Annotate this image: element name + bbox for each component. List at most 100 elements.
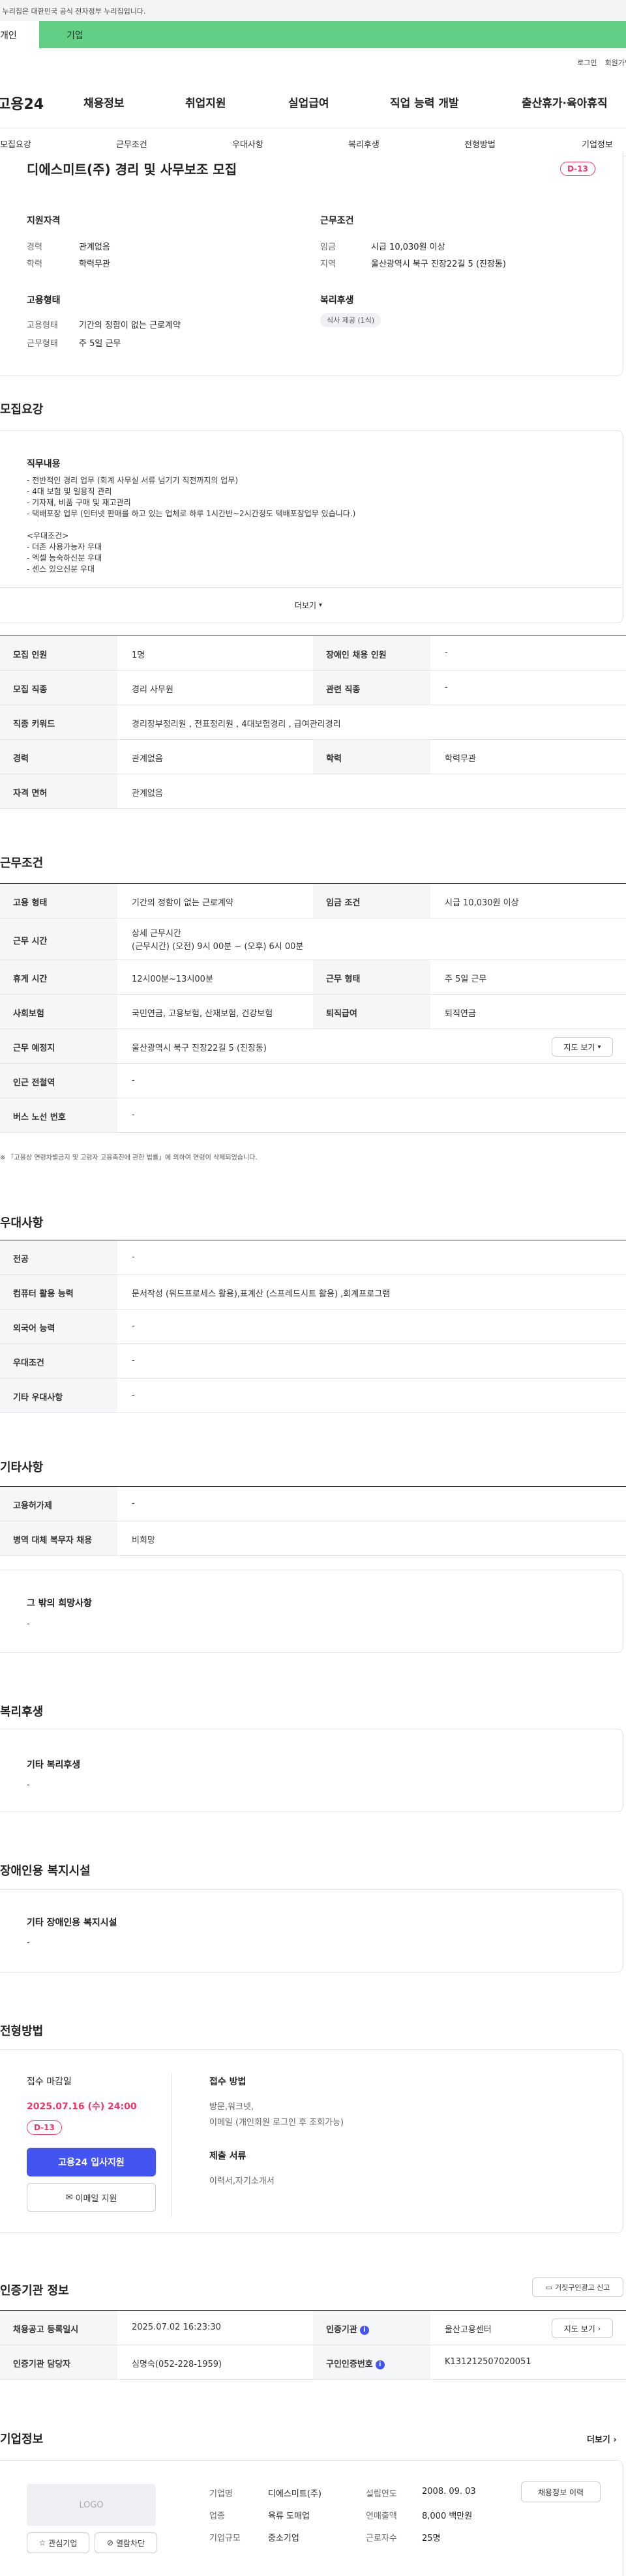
duty-line: - 기자재, 비품 구매 및 재고관리	[27, 498, 131, 507]
sales-value: 8,000 백만원	[422, 2511, 473, 2521]
site-logo[interactable]: 고용24	[0, 93, 76, 113]
lnb-welfare[interactable]: 복리후생	[348, 138, 380, 150]
size-value: 중소기업	[268, 2534, 299, 2543]
more-toggle[interactable]: 더보기 ▾	[0, 587, 623, 622]
founded-label: 설립연도	[366, 2489, 397, 2499]
work-time-value: (근무시간) (오전) 9시 00분 ~ (오후) 6시 00분	[132, 942, 304, 952]
tab-personal[interactable]: 개인	[0, 21, 39, 48]
work-time-title: 상세 근무시간	[132, 929, 181, 939]
founded-value: 2008. 09. 03	[422, 2487, 476, 2496]
td: 기간의 정함이 없는 근로계약	[132, 898, 233, 908]
cond-title: 근무조건	[320, 216, 354, 226]
false-ad-report-button[interactable]: ▭ 거짓구인광고 신고	[532, 2277, 623, 2297]
td: 관계없음	[132, 754, 163, 764]
info-icon[interactable]: i	[359, 2325, 369, 2335]
company-name-value: 디에스미트(주)	[268, 2489, 321, 2499]
disab-card: 기타 장애인용 복지시설 -	[0, 1889, 623, 1972]
th: 근무 예정지	[0, 1029, 117, 1063]
pref-section-title: 우대사항	[0, 1216, 44, 1230]
duty-line: - 4대 보험 및 일용직 관리	[27, 487, 112, 496]
td: -	[132, 1076, 135, 1085]
more-label: 더보기	[294, 601, 317, 610]
divider	[171, 2073, 172, 2217]
dday-badge: D-13	[560, 162, 595, 176]
duty-line: - 엑셀 능숙하신분 우대	[27, 553, 102, 563]
info-icon[interactable]: i	[375, 2360, 385, 2369]
select-section-title: 전형방법	[0, 2025, 44, 2038]
tab-company[interactable]: 기업	[39, 21, 626, 48]
company-more-link[interactable]: 더보기 ›	[587, 2433, 617, 2445]
career-label: 경력	[27, 242, 42, 252]
th: 사회보험	[0, 995, 117, 1029]
td: K131212507020051	[445, 2357, 531, 2367]
th: 근무 형태	[313, 960, 430, 994]
disab-box-title: 기타 장애인용 복지시설	[27, 1918, 117, 1928]
duty-content: - 전반적인 경리 업무 (회계 사무실 서류 넘기기 직전까지의 업무) - …	[27, 475, 355, 575]
duty-line: - 센스 있으신분 우대	[27, 564, 95, 574]
docs-title: 제출 서류	[209, 2151, 246, 2161]
email-apply-button[interactable]: ✉ 이메일 지원	[27, 2183, 156, 2212]
hope-card: 그 밖의 희망사항 -	[0, 1570, 623, 1653]
report-button-label: 거짓구인광고 신고	[554, 2283, 610, 2292]
favorite-company-button[interactable]: ☆ 관심기업	[27, 2532, 89, 2553]
star-icon: ☆	[38, 2538, 46, 2547]
th: 모집 인원	[0, 636, 117, 670]
gnb-unemployment-benefit[interactable]: 실업급여	[288, 94, 329, 110]
th: 퇴직급여	[313, 995, 430, 1029]
sales-label: 연매출액	[366, 2511, 397, 2521]
cert-map-button[interactable]: 지도 보기 ›	[552, 2319, 613, 2338]
gnb-vocational-training[interactable]: 직업 능력 개발	[390, 94, 459, 110]
company-more-label: 더보기	[587, 2435, 610, 2445]
size-label: 기업규모	[209, 2534, 241, 2543]
th: 휴게 시간	[0, 960, 117, 994]
gov-banner: 이 누리집은 대한민국 공식 전자정부 누리집입니다.	[0, 0, 626, 21]
td: -	[445, 648, 448, 658]
th: 고용허가제	[0, 1487, 117, 1521]
wage-value: 시급 10,030원 이상	[371, 242, 445, 252]
th: 관련 직종	[313, 671, 430, 705]
th: 컴퓨터 활용 능력	[0, 1275, 117, 1309]
td: 문서작성 (워드프로세스 활용),표계산 (스프레드시트 활용) ,회계프로그램	[132, 1289, 391, 1299]
th: 기타 우대사항	[0, 1379, 117, 1412]
th: 전공	[0, 1240, 117, 1274]
gnb-jobs[interactable]: 채용정보	[83, 94, 125, 110]
email-button-label: 이메일 지원	[75, 2193, 117, 2204]
lnb-pref[interactable]: 우대사항	[232, 138, 263, 150]
lnb-company[interactable]: 기업정보	[582, 138, 613, 150]
th: 구인인증번호 i	[313, 2345, 430, 2379]
block-view-button[interactable]: ⊘ 열람차단	[95, 2532, 157, 2553]
history-button[interactable]: 채용정보 이력	[521, 2481, 601, 2502]
apply-button[interactable]: 고용24 입사지원	[27, 2148, 156, 2176]
duty-title: 직무내용	[27, 459, 61, 469]
fav-label: 관심기업	[48, 2538, 78, 2548]
signup-link[interactable]: 회원가입	[605, 57, 626, 68]
work-section-title: 근무조건	[0, 856, 44, 870]
qual-title: 지원자격	[27, 216, 61, 226]
gnb-parental-leave[interactable]: 출산휴가·육아휴직	[522, 94, 608, 110]
td: 경리장부정리원 , 전표정리원 , 4대보험경리 , 급여관리경리	[132, 720, 341, 729]
welfare-pill: 식사 제공 (1식)	[320, 313, 381, 327]
lnb-select[interactable]: 전형방법	[464, 138, 496, 150]
emptype-value: 기간의 정함이 없는 근로계약	[79, 321, 181, 330]
map-button-label: 지도 보기	[563, 1042, 595, 1052]
gnb-employment-support[interactable]: 취업지원	[185, 94, 226, 110]
disab-section-title: 장애인용 복지시설	[0, 1864, 91, 1878]
lnb-recruit[interactable]: 모집요강	[0, 138, 31, 150]
lnb-work[interactable]: 근무조건	[116, 138, 147, 150]
disab-box-value: -	[27, 1938, 30, 1948]
map-button[interactable]: 지도 보기 ▾	[552, 1037, 613, 1057]
duty-line: <우대조건>	[27, 531, 69, 540]
th: 채용공고 등록일시	[0, 2311, 117, 2345]
notice-icon: ▭	[545, 2283, 552, 2292]
block-label: 열람차단	[115, 2538, 145, 2548]
th: 임금 조건	[313, 884, 430, 918]
region-label: 지역	[320, 259, 336, 269]
recruit-section-title: 모집요강	[0, 403, 44, 417]
industry-label: 업종	[209, 2511, 225, 2521]
wage-label: 임금	[320, 242, 336, 252]
company-logo: LOGO	[27, 2484, 156, 2526]
th: 외국어 능력	[0, 1310, 117, 1343]
duty-card: 직무내용 - 전반적인 경리 업무 (회계 사무실 서류 넘기기 직전까지의 업…	[0, 430, 623, 623]
td: 12시00분~13시00분	[132, 974, 213, 984]
login-link[interactable]: 로그인	[577, 57, 597, 68]
